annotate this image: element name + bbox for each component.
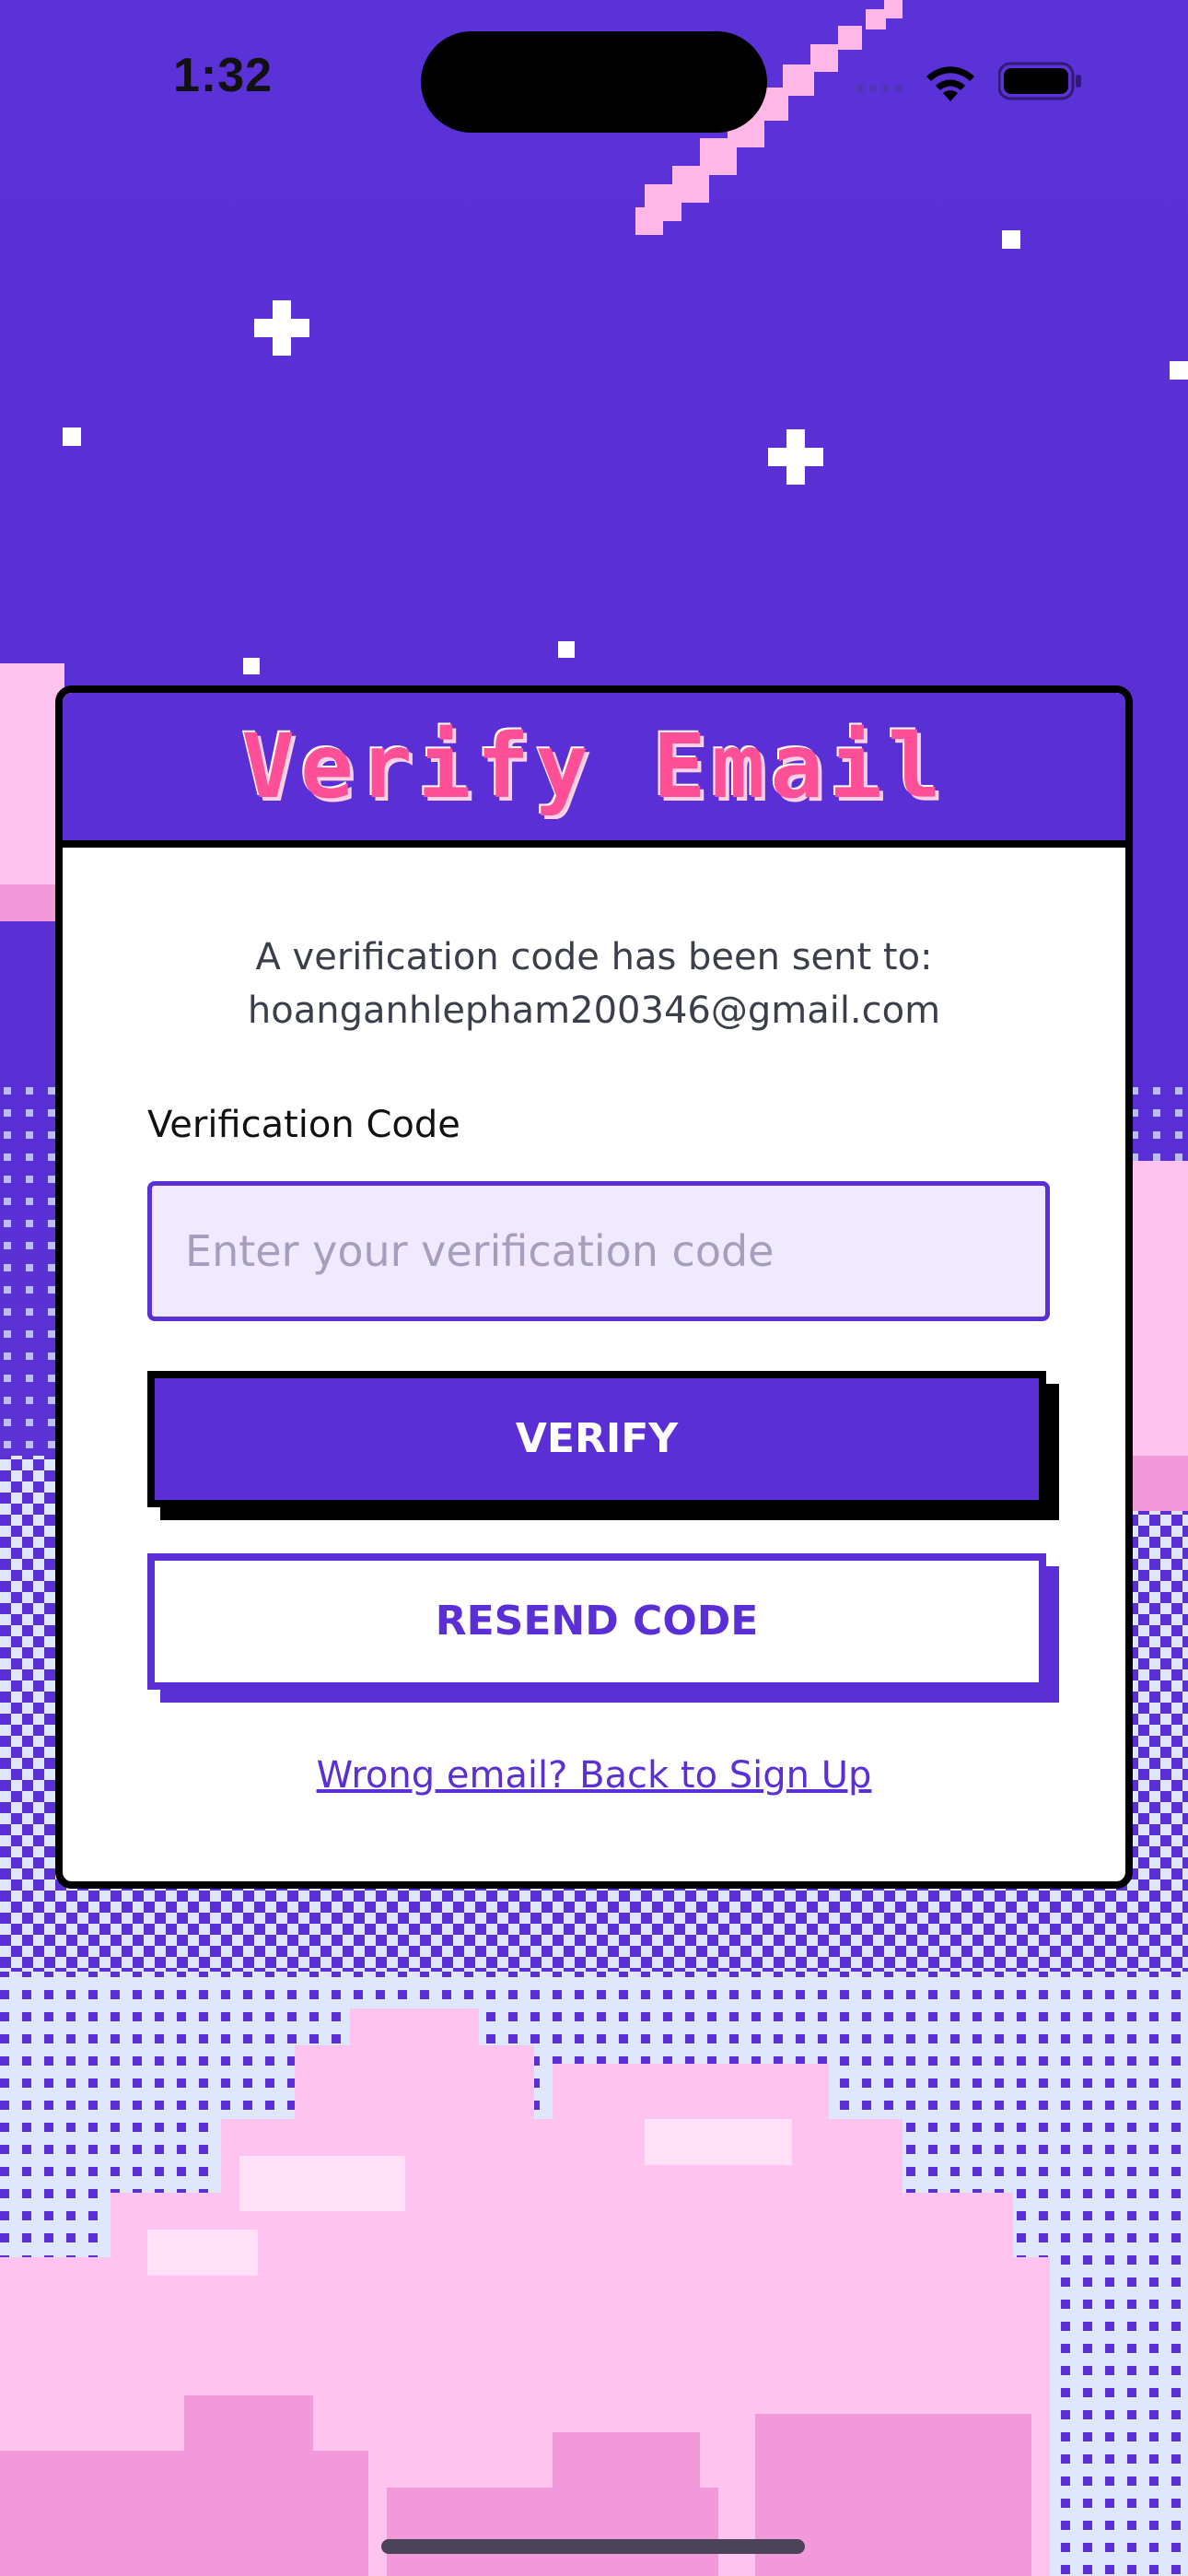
home-indicator[interactable] [381,2539,805,2554]
verify-button[interactable]: VERIFY [147,1371,1046,1507]
email-address: hoanganhlepham200346@gmail.com [247,989,941,1032]
verification-code-input[interactable] [147,1181,1050,1321]
verify-email-card: Verify Email A verification code has bee… [55,685,1133,1889]
battery-icon [998,62,1081,100]
dynamic-island [421,31,767,133]
sent-line: A verification code has been sent to: [255,936,933,978]
card-header: Verify Email [63,693,1125,848]
verification-sent-message: A verification code has been sent to: ho… [63,931,1125,1037]
page-title: Verify Email [241,715,947,818]
resend-code-button[interactable]: RESEND CODE [147,1553,1046,1690]
status-bar: 1:32 [0,0,1188,157]
verification-code-label: Verification Code [147,1104,460,1146]
back-to-sign-up-link[interactable]: Wrong email? Back to Sign Up [63,1754,1125,1797]
cellular-signal-icon [856,85,903,92]
status-time: 1:32 [173,49,274,102]
wifi-icon [926,66,974,101]
